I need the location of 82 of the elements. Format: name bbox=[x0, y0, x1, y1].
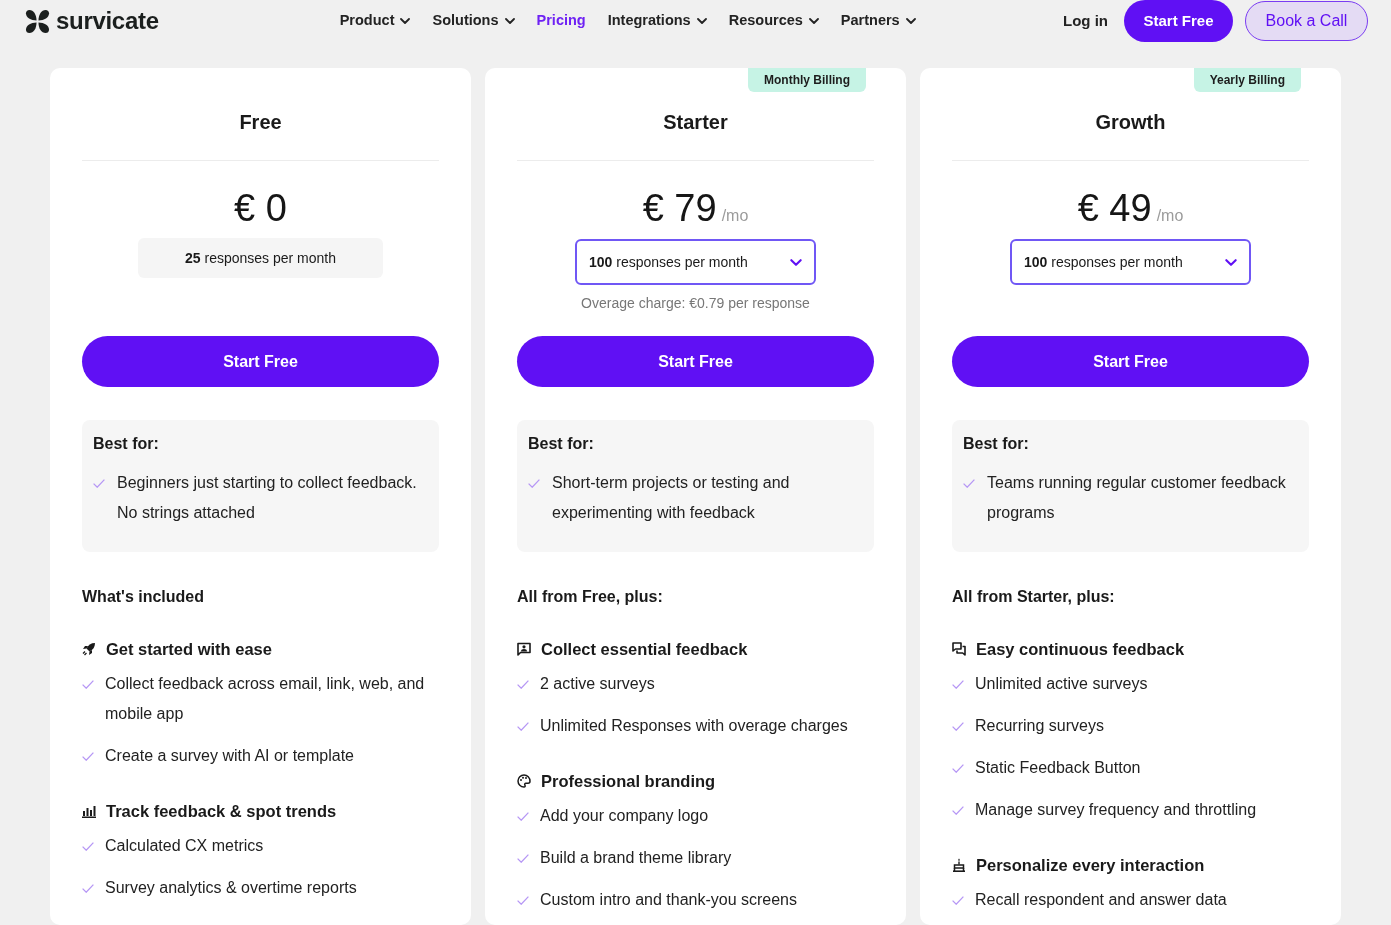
features-heading: What's included bbox=[82, 587, 206, 607]
rocket-icon bbox=[82, 642, 96, 656]
chat-bubbles-icon bbox=[952, 642, 966, 656]
logo-text[interactable]: survicate bbox=[56, 9, 159, 33]
feature-text: Recall respondent and answer data bbox=[975, 890, 1227, 910]
logo-icon bbox=[25, 8, 50, 34]
feature-group-title: Track feedback & spot trends bbox=[106, 801, 337, 822]
nav-link[interactable]: Integrations bbox=[607, 10, 707, 32]
period-text: /mo bbox=[721, 206, 749, 226]
feature-text: Build a brand theme library bbox=[540, 848, 732, 868]
best-for-heading: Best for: bbox=[963, 434, 1030, 454]
feature-text: Survey analytics & overtime reports bbox=[105, 878, 357, 898]
check-icon bbox=[952, 764, 964, 773]
best-for-heading: Best for: bbox=[93, 434, 160, 454]
check-icon bbox=[952, 680, 964, 689]
feature-text: Add your company logo bbox=[540, 806, 709, 826]
feature-text: Manage survey frequency and throttling bbox=[975, 800, 1257, 820]
feature-text: Custom intro and thank-you screens bbox=[540, 890, 797, 910]
feature-group-title: Easy continuous feedback bbox=[976, 639, 1185, 660]
chevron-down-icon bbox=[790, 258, 802, 266]
palette-icon bbox=[517, 774, 531, 788]
best-for-text: Beginners just starting to collect feedback. No strings attached bbox=[117, 473, 418, 523]
nav-link[interactable]: Solutions bbox=[432, 10, 515, 32]
responses-dropdown[interactable]: 100 responses per month bbox=[1010, 239, 1251, 285]
check-icon bbox=[93, 479, 105, 488]
nav-link[interactable]: Resources bbox=[728, 10, 819, 32]
check-icon bbox=[517, 680, 529, 689]
feature-text: Unlimited active surveys bbox=[975, 674, 1148, 694]
login-link[interactable]: Log in bbox=[1063, 9, 1108, 33]
plan-title: Free bbox=[239, 110, 282, 135]
features-heading: All from Starter, plus: bbox=[952, 587, 1116, 607]
feature-text: Collect feedback across email, link, web, and mobile app bbox=[105, 674, 426, 724]
check-icon bbox=[82, 884, 94, 893]
feature-group-title: Professional branding bbox=[541, 771, 716, 792]
check-icon bbox=[517, 896, 529, 905]
nav-link[interactable]: Pricing bbox=[536, 10, 586, 32]
check-icon bbox=[952, 722, 964, 731]
check-icon bbox=[517, 854, 529, 863]
feature-group-title: Get started with ease bbox=[106, 639, 272, 660]
book-call-button[interactable]: Book a Call bbox=[1245, 1, 1368, 41]
price-text: € 79 bbox=[642, 186, 717, 231]
responses-dropdown[interactable]: 100 responses per month bbox=[575, 239, 816, 285]
check-icon bbox=[963, 479, 975, 488]
best-for-text: Short-term projects or testing and experimenting with feedback bbox=[552, 473, 791, 523]
feature-text: Recurring surveys bbox=[975, 716, 1104, 736]
plan-title: Starter bbox=[663, 110, 728, 135]
feature-text: Static Feedback Button bbox=[975, 758, 1141, 778]
start-free-button[interactable]: Start Free bbox=[1124, 0, 1233, 42]
check-icon bbox=[82, 752, 94, 761]
features-heading: All from Free, plus: bbox=[517, 587, 664, 607]
check-icon bbox=[82, 842, 94, 851]
price-text: € 0 bbox=[234, 186, 287, 231]
feature-group-title: Personalize every interaction bbox=[976, 855, 1205, 876]
best-for-heading: Best for: bbox=[528, 434, 595, 454]
feature-text: Create a survey with AI or template bbox=[105, 746, 354, 766]
check-icon bbox=[82, 680, 94, 689]
best-for-text: Teams running regular customer feedback programs bbox=[987, 473, 1287, 523]
period-text: /mo bbox=[1156, 206, 1184, 226]
check-icon bbox=[517, 722, 529, 731]
cake-icon bbox=[952, 858, 966, 872]
start-free-button[interactable]: Start Free bbox=[82, 336, 439, 387]
feature-text: Calculated CX metrics bbox=[105, 836, 264, 856]
check-icon bbox=[528, 479, 540, 488]
feature-text: Unlimited Responses with overage charges bbox=[540, 716, 848, 736]
responses-info: 25 responses per month bbox=[138, 238, 383, 278]
plan-title: Growth bbox=[1095, 110, 1166, 135]
chevron-down-icon bbox=[1225, 258, 1237, 266]
check-icon bbox=[952, 806, 964, 815]
nav-link[interactable]: Product bbox=[339, 10, 411, 32]
start-free-button[interactable]: Start Free bbox=[517, 336, 874, 387]
overage-text: Overage charge: €0.79 per response bbox=[581, 294, 810, 313]
billing-tag: Monthly Billing bbox=[748, 68, 866, 92]
feature-text: 2 active surveys bbox=[540, 674, 655, 694]
check-icon bbox=[952, 896, 964, 905]
person-frame-icon bbox=[517, 642, 531, 656]
billing-tag: Yearly Billing bbox=[1193, 68, 1301, 92]
start-free-button[interactable]: Start Free bbox=[952, 336, 1309, 387]
bar-chart-icon bbox=[82, 804, 96, 818]
price-text: € 49 bbox=[1077, 186, 1152, 231]
check-icon bbox=[517, 812, 529, 821]
nav-link[interactable]: Partners bbox=[840, 10, 916, 32]
feature-group-title: Collect essential feedback bbox=[541, 639, 748, 660]
